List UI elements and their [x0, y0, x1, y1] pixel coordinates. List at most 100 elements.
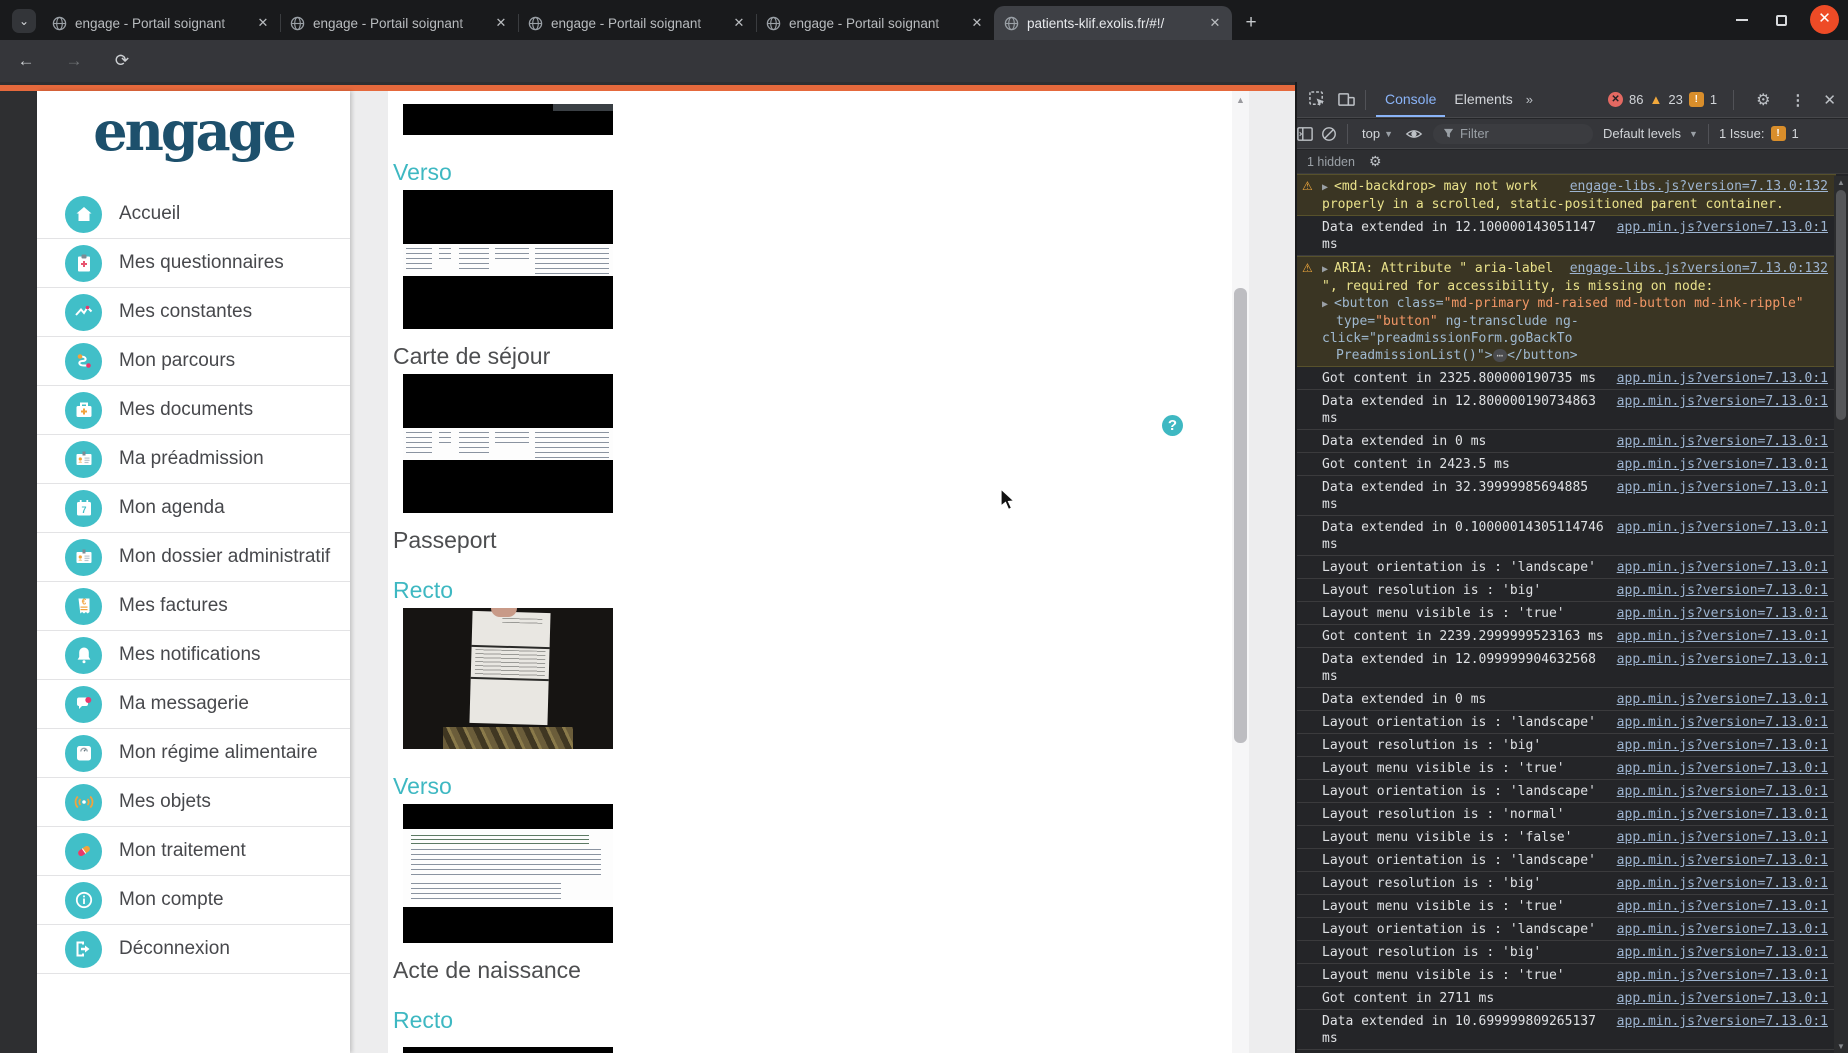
console-source-link[interactable]: app.min.js?version=7.13.0:1: [1617, 582, 1828, 599]
console-source-link[interactable]: app.min.js?version=7.13.0:1: [1617, 691, 1828, 708]
browser-tab-5[interactable]: patients-klif.exolis.fr/#!/✕: [994, 6, 1232, 40]
scroll-up-icon[interactable]: ▲: [1837, 178, 1845, 187]
console-scrollbar-thumb[interactable]: [1836, 190, 1846, 420]
new-tab-button[interactable]: +: [1238, 10, 1264, 36]
console-log-row[interactable]: app.min.js?version=7.13.0:1Data extended…: [1297, 648, 1836, 688]
console-source-link[interactable]: app.min.js?version=7.13.0:1: [1617, 737, 1828, 754]
console-dom-node-line[interactable]: PreadmissionList()">⋯</button>: [1322, 347, 1828, 364]
console-warning-row[interactable]: ⚠engage-libs.js?version=7.13.0:132▶ARIA:…: [1297, 256, 1836, 367]
doc-side-link[interactable]: Recto: [393, 1007, 648, 1033]
document-thumbnail[interactable]: [403, 804, 613, 943]
inspect-element-icon[interactable]: [1309, 91, 1326, 108]
console-log-row[interactable]: app.min.js?version=7.13.0:1Data extended…: [1297, 476, 1836, 516]
sidebar-item-mes-documents[interactable]: Mes documents: [37, 386, 350, 435]
console-source-link[interactable]: app.min.js?version=7.13.0:1: [1617, 990, 1828, 1007]
console-source-link[interactable]: app.min.js?version=7.13.0:1: [1617, 806, 1828, 823]
device-toolbar-icon[interactable]: [1338, 91, 1355, 108]
sidebar-item-mon-agenda[interactable]: 7Mon agenda: [37, 484, 350, 533]
console-source-link[interactable]: app.min.js?version=7.13.0:1: [1617, 559, 1828, 576]
tab-close-icon[interactable]: ✕: [1206, 14, 1224, 32]
console-log-row[interactable]: app.min.js?version=7.13.0:1Data extended…: [1297, 688, 1836, 711]
console-log-row[interactable]: app.min.js?version=7.13.0:1Got content i…: [1297, 625, 1836, 648]
sidebar-item-accueil[interactable]: Accueil: [37, 190, 350, 239]
console-source-link[interactable]: app.min.js?version=7.13.0:1: [1617, 714, 1828, 731]
hidden-settings-icon[interactable]: ⚙: [1369, 153, 1382, 170]
devtools-menu-icon[interactable]: ⋮: [1790, 91, 1805, 109]
document-thumbnail[interactable]: [403, 1047, 613, 1053]
error-count-icon[interactable]: ✕: [1608, 92, 1623, 107]
restore-button[interactable]: [1776, 8, 1787, 32]
doc-side-link[interactable]: Verso: [393, 773, 648, 799]
console-source-link[interactable]: app.min.js?version=7.13.0:1: [1617, 519, 1828, 536]
console-dom-node-line[interactable]: ▶<button class="md-primary md-raised md-…: [1322, 295, 1828, 313]
devtools-settings-icon[interactable]: ⚙: [1756, 90, 1770, 110]
close-window-button[interactable]: ✕: [1810, 5, 1839, 34]
warning-count-icon[interactable]: ▲: [1650, 92, 1663, 107]
console-log-row[interactable]: app.min.js?version=7.13.0:1Data extended…: [1297, 516, 1836, 556]
issues-badge-count[interactable]: 1: [1710, 92, 1717, 107]
tab-search-button[interactable]: ⌄: [12, 9, 36, 33]
js-context-selector[interactable]: top: [1362, 126, 1380, 141]
console-log-row[interactable]: app.min.js?version=7.13.0:1Got content i…: [1297, 987, 1836, 1010]
tab-elements[interactable]: Elements: [1445, 82, 1521, 117]
warning-count[interactable]: 23: [1668, 92, 1682, 107]
console-log-row[interactable]: app.min.js?version=7.13.0:1Layout orient…: [1297, 711, 1836, 734]
browser-tab-4[interactable]: engage - Portail soignant✕: [756, 6, 994, 40]
console-log-row[interactable]: app.min.js?version=7.13.0:1Got content i…: [1297, 453, 1836, 476]
sidebar-item-mon-traitement[interactable]: Mon traitement: [37, 827, 350, 876]
console-log-row[interactable]: app.min.js?version=7.13.0:1Got content i…: [1297, 367, 1836, 390]
console-log-row[interactable]: app.min.js?version=7.13.0:1Layout resolu…: [1297, 872, 1836, 895]
console-log-row[interactable]: app.min.js?version=7.13.0:1Layout orient…: [1297, 918, 1836, 941]
console-log-row[interactable]: app.min.js?version=7.13.0:1Layout orient…: [1297, 556, 1836, 579]
console-scrollbar[interactable]: ▲ ▼: [1834, 176, 1848, 1053]
console-log-row[interactable]: app.min.js?version=7.13.0:1Data extended…: [1297, 216, 1836, 256]
sidebar-item-mes-objets[interactable]: Mes objets: [37, 778, 350, 827]
content-scrollbar[interactable]: ▲: [1232, 91, 1249, 1053]
tab-console[interactable]: Console: [1376, 82, 1445, 117]
console-log-row[interactable]: app.min.js?version=7.13.0:1Layout resolu…: [1297, 803, 1836, 826]
console-source-link[interactable]: app.min.js?version=7.13.0:1: [1617, 898, 1828, 915]
sidebar-item-mon-compte[interactable]: Mon compte: [37, 876, 350, 925]
more-tabs-button[interactable]: »: [1522, 92, 1537, 107]
console-source-link[interactable]: app.min.js?version=7.13.0:1: [1617, 921, 1828, 938]
console-source-link[interactable]: app.min.js?version=7.13.0:1: [1617, 393, 1828, 410]
sidebar-item-ma-messagerie[interactable]: Ma messagerie: [37, 680, 350, 729]
back-button[interactable]: ←: [14, 49, 38, 73]
console-source-link[interactable]: app.min.js?version=7.13.0:1: [1617, 605, 1828, 622]
console-source-link[interactable]: engage-libs.js?version=7.13.0:132: [1570, 178, 1828, 195]
console-log-row[interactable]: app.min.js?version=7.13.0:1Layout menu v…: [1297, 964, 1836, 987]
console-source-link[interactable]: engage-libs.js?version=7.13.0:132: [1570, 260, 1828, 277]
issues-badge-icon[interactable]: !: [1689, 92, 1704, 107]
document-thumbnail[interactable]: [403, 608, 613, 749]
tab-close-icon[interactable]: ✕: [730, 14, 748, 32]
reload-button[interactable]: ⟳: [110, 49, 134, 73]
console-source-link[interactable]: app.min.js?version=7.13.0:1: [1617, 651, 1828, 668]
console-source-link[interactable]: app.min.js?version=7.13.0:1: [1617, 219, 1828, 236]
sidebar-item-mon-r-gime-alimentaire[interactable]: Mon régime alimentaire: [37, 729, 350, 778]
sidebar-item-mon-parcours[interactable]: Mon parcours: [37, 337, 350, 386]
console-source-link[interactable]: app.min.js?version=7.13.0:1: [1617, 479, 1828, 496]
console-log-row[interactable]: app.min.js?version=7.13.0:1Layout menu v…: [1297, 826, 1836, 849]
minimize-button[interactable]: [1736, 8, 1748, 32]
expand-arrow-icon[interactable]: ▶: [1322, 182, 1328, 193]
console-log-row[interactable]: app.min.js?version=7.13.0:1Layout resolu…: [1297, 734, 1836, 757]
tab-close-icon[interactable]: ✕: [492, 14, 510, 32]
log-levels-selector[interactable]: Default levels: [1603, 126, 1681, 141]
scroll-up-icon[interactable]: ▲: [1236, 95, 1245, 105]
console-source-link[interactable]: app.min.js?version=7.13.0:1: [1617, 1013, 1828, 1030]
browser-tab-3[interactable]: engage - Portail soignant✕: [518, 6, 756, 40]
document-thumbnail[interactable]: [403, 190, 613, 329]
console-log-row[interactable]: app.min.js?version=7.13.0:1Layout menu v…: [1297, 895, 1836, 918]
console-source-link[interactable]: app.min.js?version=7.13.0:1: [1617, 944, 1828, 961]
expand-arrow-icon[interactable]: ▶: [1322, 264, 1328, 275]
console-log-row[interactable]: app.min.js?version=7.13.0:1Data extended…: [1297, 430, 1836, 453]
sidebar-item-mes-constantes[interactable]: Mes constantes: [37, 288, 350, 337]
document-thumbnail[interactable]: [403, 104, 613, 135]
console-source-link[interactable]: app.min.js?version=7.13.0:1: [1617, 852, 1828, 869]
console-log-row[interactable]: app.min.js?version=7.13.0:1Layout orient…: [1297, 780, 1836, 803]
doc-side-link[interactable]: Verso: [393, 159, 648, 185]
console-source-link[interactable]: app.min.js?version=7.13.0:1: [1617, 370, 1828, 387]
console-warning-row[interactable]: ⚠engage-libs.js?version=7.13.0:132▶<md-b…: [1297, 174, 1836, 216]
content-scrollbar-thumb[interactable]: [1234, 288, 1247, 743]
doc-side-link[interactable]: Recto: [393, 577, 648, 603]
